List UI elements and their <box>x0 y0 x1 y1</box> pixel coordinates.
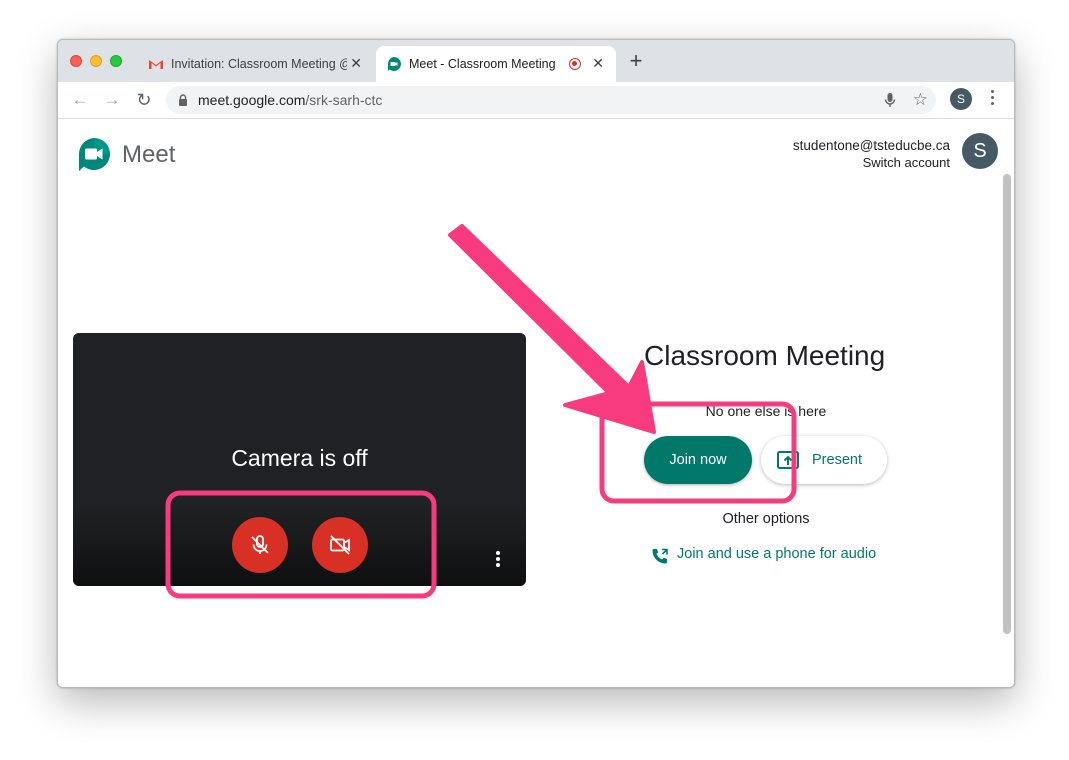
tab-title: Invitation: Classroom Meeting @ <box>171 57 347 71</box>
window-minimize-button[interactable] <box>90 55 102 67</box>
meet-logo-icon <box>78 138 110 171</box>
account-email: studentone@tsteducbe.ca <box>792 138 950 153</box>
phone-forward-icon <box>652 548 668 564</box>
join-now-button[interactable]: Join now <box>644 436 752 484</box>
video-preview: Camera is off <box>73 333 526 586</box>
tab-title: Meet - Classroom Meeting <box>409 57 556 71</box>
camera-toggle-button[interactable] <box>312 517 368 573</box>
browser-toolbar: ← → ↻ meet.google.com/srk-sarh-ctc ☆ S <box>58 82 1014 119</box>
bookmark-star-icon[interactable]: ☆ <box>913 91 928 109</box>
present-button-label: Present <box>812 452 862 468</box>
more-options-icon[interactable] <box>495 551 501 571</box>
recording-indicator-icon <box>569 58 581 70</box>
url-path: /srk-sarh-ctc <box>305 92 383 108</box>
account-avatar[interactable]: S <box>962 133 998 169</box>
meeting-title: Classroom Meeting <box>644 340 886 371</box>
present-button[interactable]: Present <box>761 436 887 484</box>
microphone-icon[interactable] <box>884 92 896 108</box>
switch-account-link[interactable]: Switch account <box>863 155 950 170</box>
back-arrow-icon[interactable]: ← <box>70 90 90 110</box>
new-tab-plus-icon[interactable]: + <box>626 50 646 72</box>
other-options-heading: Other options <box>722 511 810 527</box>
browser-menu-icon[interactable] <box>986 90 998 110</box>
camera-off-icon <box>330 535 350 555</box>
tab-strip: Invitation: Classroom Meeting @ ✕ Meet -… <box>58 40 1014 82</box>
meet-icon <box>387 57 401 71</box>
camera-off-text: Camera is off <box>231 445 368 471</box>
url-host: meet.google.com <box>198 92 306 108</box>
gmail-icon <box>149 60 163 69</box>
reload-icon[interactable]: ↻ <box>134 90 154 110</box>
meet-page: Meet studentone@tsteducbe.ca Switch acco… <box>58 119 1014 687</box>
url-text: meet.google.com/srk-sarh-ctc <box>198 92 382 108</box>
window-maximize-button[interactable] <box>110 55 122 67</box>
tab-gmail-invitation[interactable]: Invitation: Classroom Meeting @ ✕ <box>138 46 374 82</box>
page-scrollbar[interactable] <box>1003 174 1011 634</box>
address-bar[interactable]: meet.google.com/srk-sarh-ctc ☆ <box>166 86 936 114</box>
microphone-toggle-button[interactable] <box>232 517 288 573</box>
tab-close-icon[interactable]: ✕ <box>350 55 362 72</box>
tab-meet[interactable]: Meet - Classroom Meeting ✕ <box>376 46 616 82</box>
forward-arrow-icon[interactable]: → <box>102 90 122 110</box>
phone-audio-label: Join and use a phone for audio <box>677 546 877 562</box>
participants-status: No one else is here <box>705 403 827 419</box>
browser-profile-avatar[interactable]: S <box>950 88 972 110</box>
meet-wordmark: Meet <box>122 141 176 168</box>
window-close-button[interactable] <box>70 55 82 67</box>
microphone-off-icon <box>251 535 269 554</box>
browser-window: Invitation: Classroom Meeting @ ✕ Meet -… <box>57 39 1015 688</box>
lock-icon <box>179 94 187 106</box>
present-screen-icon <box>777 451 799 469</box>
tab-close-icon[interactable]: ✕ <box>592 55 604 72</box>
